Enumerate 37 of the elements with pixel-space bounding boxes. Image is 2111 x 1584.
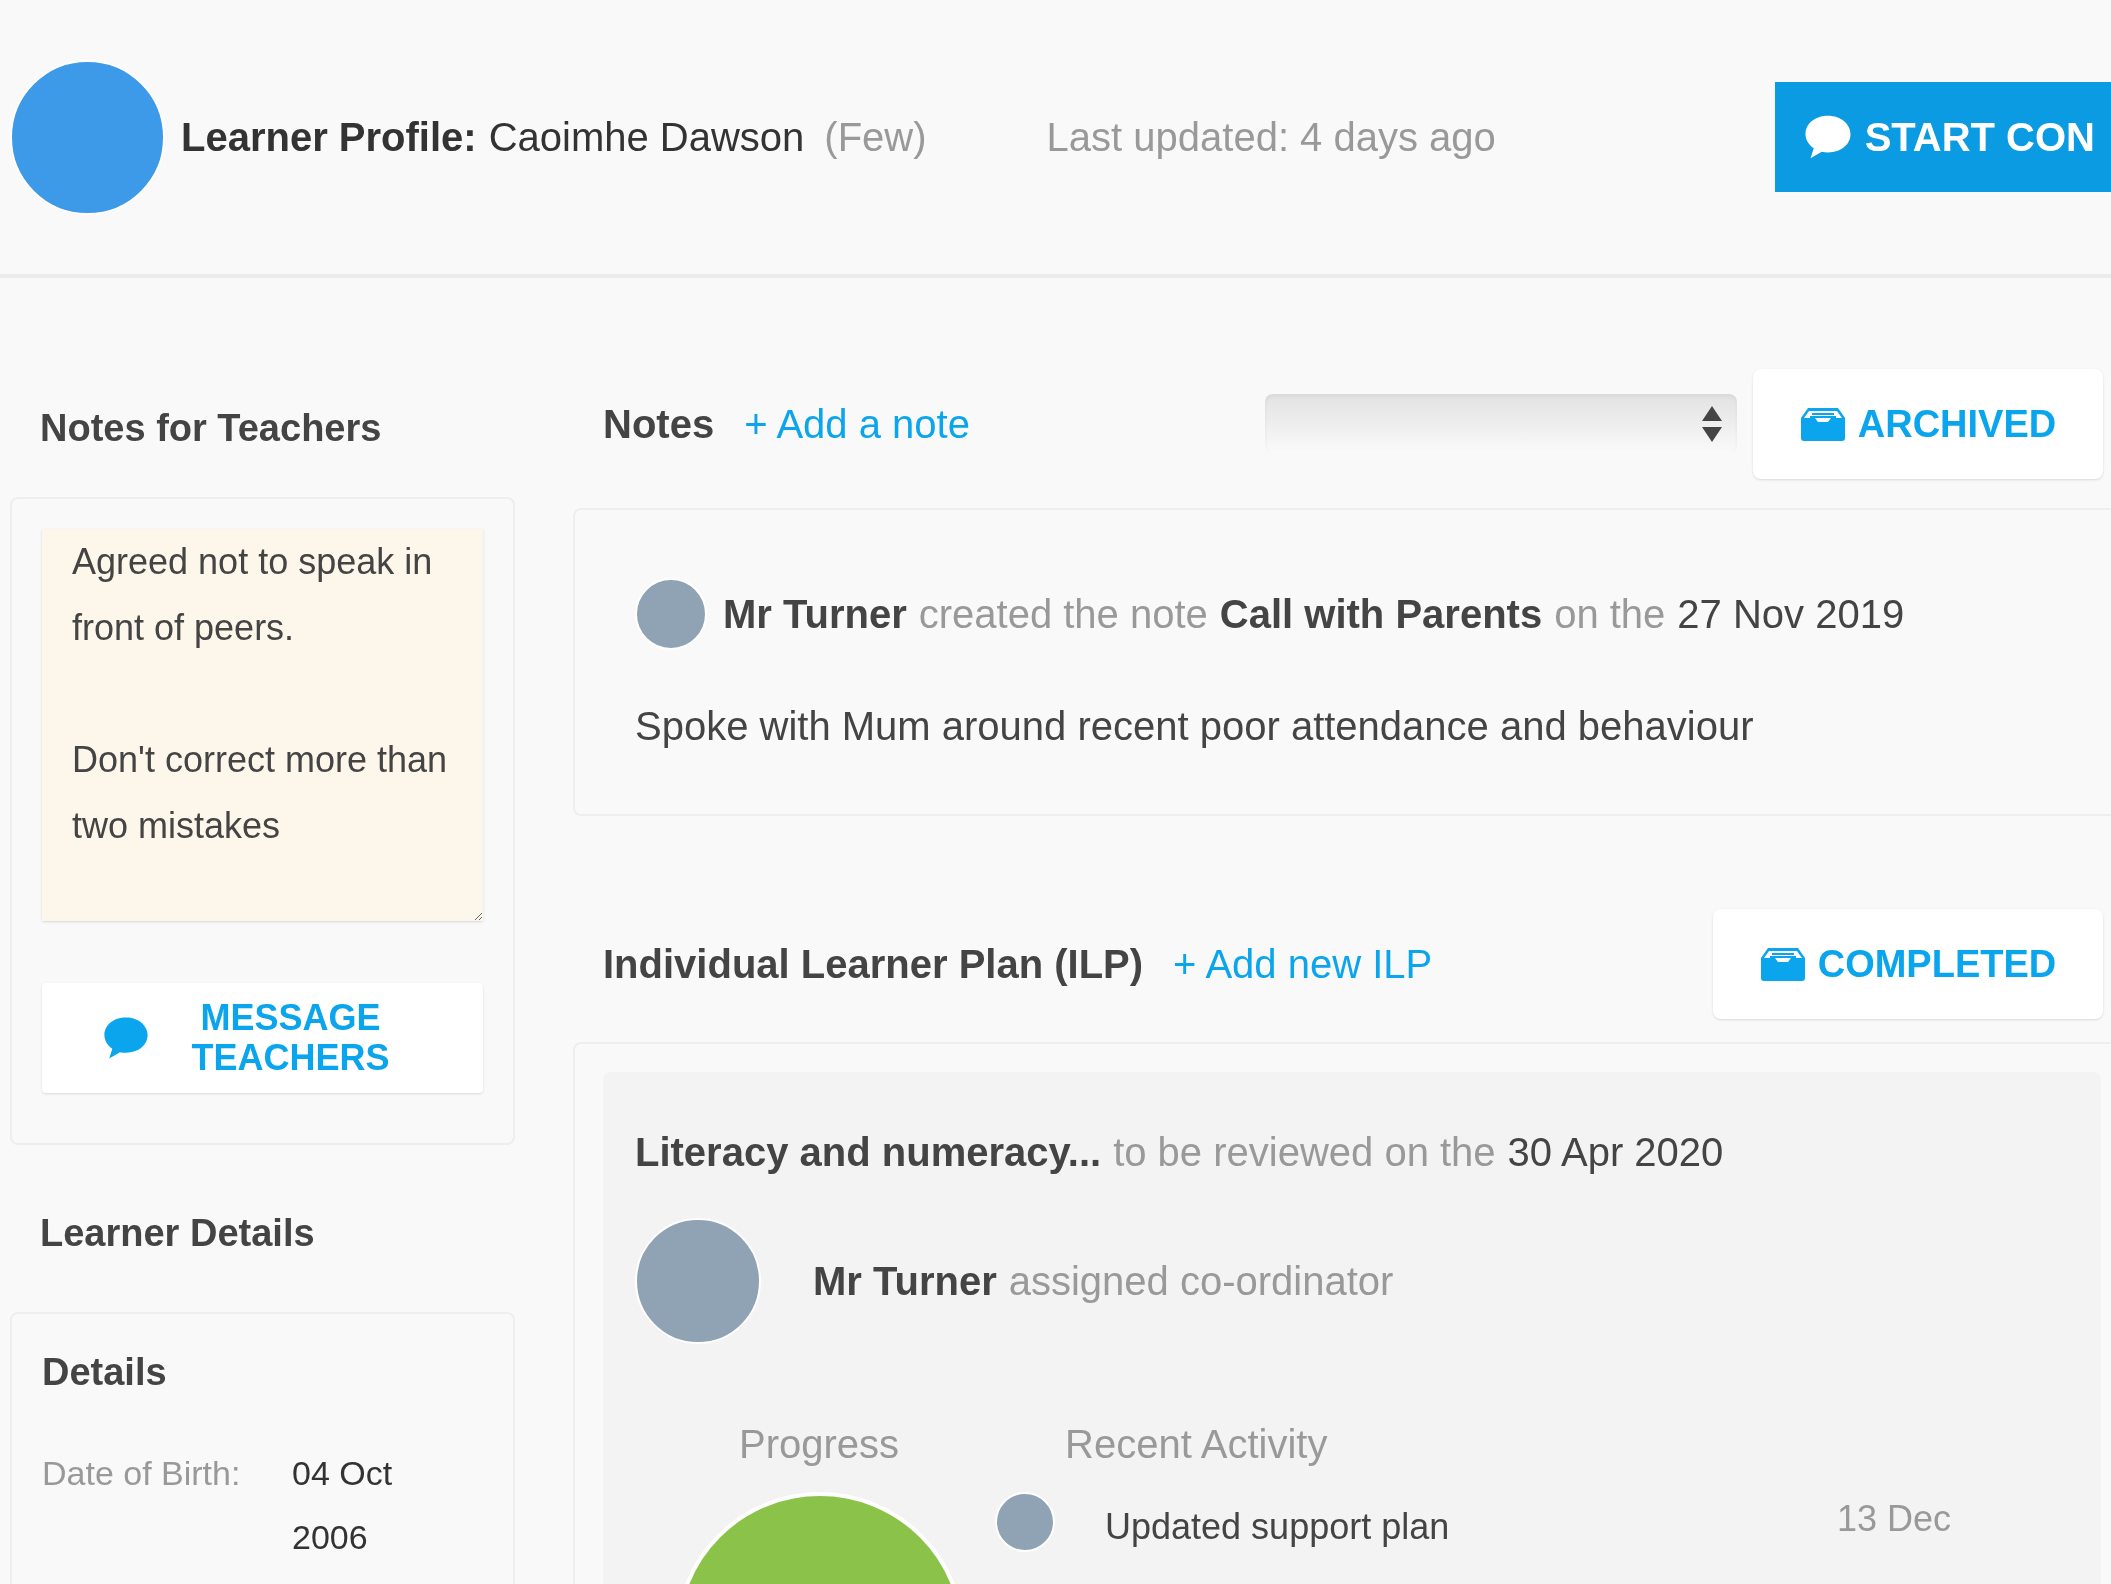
review-date: 30 Apr 2020: [1507, 1129, 1724, 1176]
activity-date: 13 Dec: [1836, 1497, 1951, 1541]
note-title: Call with Parents: [1219, 591, 1543, 638]
review-text: to be reviewed on the: [1113, 1129, 1496, 1176]
note-connector: on the: [1554, 591, 1666, 638]
teacher-notes-field[interactable]: Agreed not to speak in front of peers. Don't correct more than two mistakes: [42, 529, 483, 921]
profile-label: Learner Profile:: [181, 114, 477, 161]
up-down-arrows-icon: [1701, 404, 1723, 444]
note-body: Spoke with Mum around recent poor attendance and behaviour: [635, 703, 1755, 750]
note-date: 27 Nov 2019: [1677, 591, 1905, 638]
activity-text: Updated support plan: [1105, 1505, 1450, 1549]
learner-name: Caoimhe Dawson: [488, 114, 805, 161]
message-teachers-button[interactable]: MESSAGE TEACHERS: [42, 983, 483, 1093]
plan-title: Literacy and numeracy...: [635, 1129, 1102, 1176]
note-filter-select[interactable]: [1265, 394, 1737, 454]
add-note-link[interactable]: + Add a note: [744, 394, 970, 454]
last-updated: Last updated: 4 days ago: [1046, 114, 1496, 161]
coordinator-name: Mr Turner: [813, 1258, 997, 1305]
completed-button[interactable]: COMPLETED: [1713, 909, 2103, 1019]
card-title: Details: [42, 1350, 168, 1395]
coordinator-role: assigned co-ordinator: [1008, 1258, 1394, 1305]
note-author: Mr Turner: [723, 591, 907, 638]
field-value: 04 Oct 2006: [292, 1453, 394, 1558]
field-label: Date of Birth:: [42, 1453, 242, 1494]
progress-label: Progress: [739, 1421, 900, 1468]
add-ilp-link[interactable]: + Add new ILP: [1173, 934, 1433, 994]
archived-button[interactable]: ARCHIVED: [1753, 369, 2103, 479]
section-title: Notes for Teachers: [40, 406, 383, 451]
activity-label: Recent Activity: [1065, 1421, 1328, 1468]
inbox-icon: [1759, 947, 1806, 981]
start-conversation-button[interactable]: START CON: [1774, 82, 2111, 192]
section-title: Notes: [603, 401, 715, 448]
note-action: created the note: [918, 591, 1208, 638]
section-title: Individual Learner Plan (ILP): [603, 941, 1144, 988]
section-title: Learner Details: [40, 1211, 316, 1256]
learner-group: (Few): [824, 107, 927, 167]
inbox-icon: [1799, 407, 1846, 441]
